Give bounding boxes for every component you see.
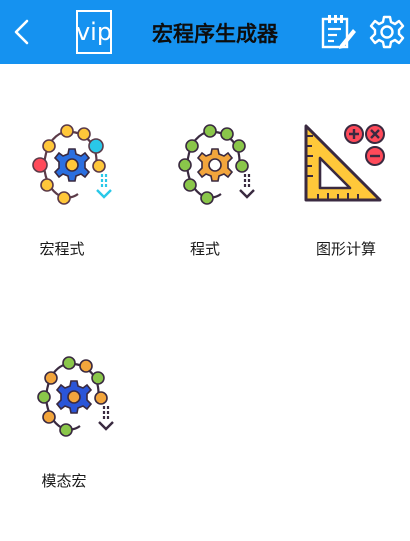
back-chevron-icon [14,19,29,45]
set-square-calculator-icon [304,124,385,202]
tile-label: 图形计算 [315,240,376,258]
page-title: 宏程序生成器 [152,22,278,46]
app-header: vip 宏程序生成器 [0,0,410,64]
edit-button[interactable] [316,0,360,64]
tile-label: 程式 [189,240,220,258]
gear-icon [369,15,405,49]
vip-button[interactable]: vip [76,10,112,54]
tile-label: 模态宏 [41,472,87,490]
program-gear-chain-icon [178,124,255,205]
tile-program[interactable]: 程式 [140,118,270,268]
macro-gear-chain-icon [32,124,112,205]
back-button[interactable] [4,0,40,64]
edit-document-icon [321,15,356,49]
tile-label: 宏程式 [39,240,85,258]
settings-button[interactable] [366,0,408,64]
tile-shape-calculation[interactable]: 图形计算 [281,118,410,268]
tile-macro-program[interactable]: 宏程式 [0,118,127,268]
modal-macro-gear-chain-icon [37,356,114,437]
tile-modal-macro[interactable]: 模态宏 [0,350,129,500]
